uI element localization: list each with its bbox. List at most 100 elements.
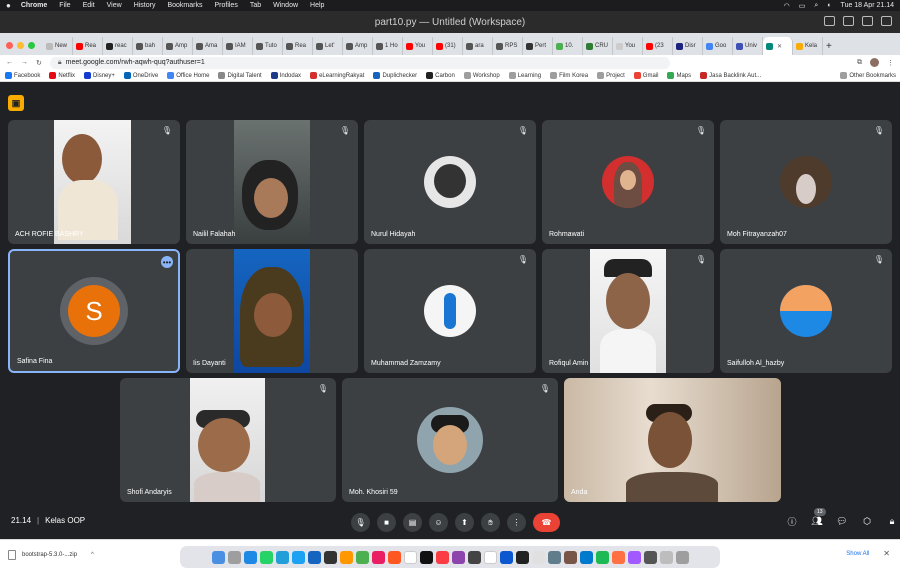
vlc-icon[interactable] [339, 550, 353, 564]
browser-tab[interactable]: Amp [163, 37, 193, 55]
bookmark-duplichecker[interactable]: Duplichecker [373, 72, 417, 79]
profile-avatar[interactable] [870, 58, 879, 67]
app-icon[interactable] [467, 550, 481, 564]
menu-view[interactable]: View [107, 2, 122, 9]
safari-icon[interactable] [499, 550, 513, 564]
trash-icon[interactable] [675, 550, 689, 564]
more-options-button[interactable]: ⋮ [507, 513, 526, 532]
bookmark-other[interactable]: Other Bookmarks [840, 72, 896, 79]
browser-tab[interactable]: 1 Ho [373, 37, 403, 55]
participant-tile-active[interactable]: S ••• Safina Fina [8, 249, 180, 373]
wifi-icon[interactable]: ◠ [784, 2, 790, 10]
leave-call-button[interactable]: ☎ [533, 513, 560, 532]
browser-tab[interactable]: IAM [223, 37, 253, 55]
participant-tile[interactable]: 🎙︎ Rohmawati [542, 120, 714, 244]
browser-tab[interactable]: 10. [553, 37, 583, 55]
vscode-icon[interactable] [579, 550, 593, 564]
menu-profiles[interactable]: Profiles [214, 2, 237, 9]
bookmark-workshop[interactable]: Workshop [463, 72, 500, 79]
close-downloads-icon[interactable]: ✕ [883, 549, 890, 558]
notes-icon[interactable] [403, 550, 417, 564]
app-icon[interactable] [563, 550, 577, 564]
menu-edit[interactable]: Edit [83, 2, 95, 9]
browser-tab[interactable]: CRU [583, 37, 613, 55]
minimize-window-icon[interactable] [17, 42, 24, 49]
terminal-icon[interactable] [515, 550, 529, 564]
maps-app-icon[interactable] [355, 550, 369, 564]
participant-tile[interactable]: 🎙︎ Nurul Hidayah [364, 120, 536, 244]
control-center-icon[interactable]: ◐ [827, 2, 831, 9]
apple-tv-icon[interactable] [419, 550, 433, 564]
downloads-folder-icon[interactable] [659, 550, 673, 564]
menu-help[interactable]: Help [310, 2, 324, 9]
chat-button[interactable]: 💬︎ [836, 515, 848, 527]
bookmark-indodax[interactable]: Indodax [270, 72, 301, 79]
browser-tab[interactable]: Amp [343, 37, 373, 55]
browser-tab[interactable]: ara [463, 37, 493, 55]
menu-bookmarks[interactable]: Bookmarks [167, 2, 202, 9]
activities-button[interactable]: ⬡ [861, 515, 873, 527]
calendar-icon[interactable] [387, 550, 401, 564]
menu-file[interactable]: File [59, 2, 70, 9]
browser-tab[interactable]: reac [103, 37, 133, 55]
participant-tile-self[interactable]: Anda [564, 378, 781, 502]
participant-tile[interactable]: Iis Dayanti [186, 249, 358, 373]
browser-menu-icon[interactable]: ⋮ [887, 59, 894, 67]
bookmark-digital-talent[interactable]: Digital Talent [218, 72, 262, 79]
host-controls-icon[interactable]: ▣ [8, 95, 24, 111]
menu-history[interactable]: History [134, 2, 156, 9]
browser-tab[interactable]: Ama [193, 37, 223, 55]
raise-hand-button[interactable]: ✋︎ [481, 513, 500, 532]
participant-tile[interactable]: 🎙︎ ACH ROFIE BASHRY [8, 120, 180, 244]
photos-icon[interactable] [371, 550, 385, 564]
toggle-secondary-sidebar-icon[interactable] [862, 16, 873, 26]
address-bar[interactable]: 🔒︎ meet.google.com/rwh-aqwh-quq?authuser… [49, 56, 670, 69]
extensions-icon[interactable]: ⧉ [857, 59, 862, 67]
menu-tab[interactable]: Tab [250, 2, 261, 9]
browser-tab[interactable]: Univ [733, 37, 763, 55]
twitter-icon[interactable] [291, 550, 305, 564]
download-item[interactable]: bootstrap-5.3.0-...zip ^ [8, 550, 94, 560]
close-window-icon[interactable] [6, 42, 13, 49]
browser-tab-active[interactable]: ✕ [763, 37, 793, 55]
podcasts-icon[interactable] [451, 550, 465, 564]
music-icon[interactable] [435, 550, 449, 564]
emoji-reaction-button[interactable]: ☺ [429, 513, 448, 532]
app-icon[interactable] [547, 550, 561, 564]
finder-icon[interactable] [211, 550, 225, 564]
more-options-icon[interactable]: ••• [161, 256, 173, 268]
meeting-details-button[interactable]: ⓘ [786, 515, 798, 527]
customize-layout-icon[interactable] [881, 16, 892, 26]
captions-button[interactable]: ▤ [403, 513, 422, 532]
menu-app-name[interactable]: Chrome [21, 2, 47, 9]
launchpad-icon[interactable] [227, 550, 241, 564]
forward-icon[interactable]: → [21, 59, 28, 66]
browser-tab[interactable]: New [43, 37, 73, 55]
menu-window[interactable]: Window [273, 2, 298, 9]
browser-tab[interactable]: You [403, 37, 433, 55]
participant-tile[interactable]: 🎙︎ Saifulloh Al_hazby [720, 249, 892, 373]
app-store-icon[interactable] [243, 550, 257, 564]
telegram-icon[interactable] [275, 550, 289, 564]
participant-tile[interactable]: 🎙︎ Muhammad Zamzamy [364, 249, 536, 373]
show-all-button[interactable]: Show All [846, 551, 869, 557]
bookmark-carbon[interactable]: Carbon [426, 72, 455, 79]
apple-logo-icon[interactable]: ● [6, 1, 11, 10]
browser-tab[interactable]: (23 [643, 37, 673, 55]
app-icon[interactable] [323, 550, 337, 564]
bookmark-jasa-backlink[interactable]: Jasa Backlink Aut... [700, 72, 761, 79]
search-icon[interactable]: ⌕ [814, 2, 818, 10]
whatsapp-icon[interactable] [259, 550, 273, 564]
bookmark-learning[interactable]: Learning [508, 72, 541, 79]
bookmark-onedrive[interactable]: OneDrive [123, 72, 158, 79]
bookmark-gmail[interactable]: Gmail [633, 72, 658, 79]
battery-icon[interactable]: ▭ [799, 2, 806, 10]
lock-icon[interactable]: 🔒︎ [58, 59, 62, 67]
spotify-icon[interactable] [595, 550, 609, 564]
camera-button[interactable]: ■ [377, 513, 396, 532]
browser-tab[interactable]: Pert [523, 37, 553, 55]
participant-tile[interactable]: 🎙︎ Moh Fitrayanzah07 [720, 120, 892, 244]
present-screen-button[interactable]: ⬆ [455, 513, 474, 532]
browser-tab[interactable]: You [613, 37, 643, 55]
participant-tile[interactable]: 🎙︎ Rofiqul Amin [542, 249, 714, 373]
